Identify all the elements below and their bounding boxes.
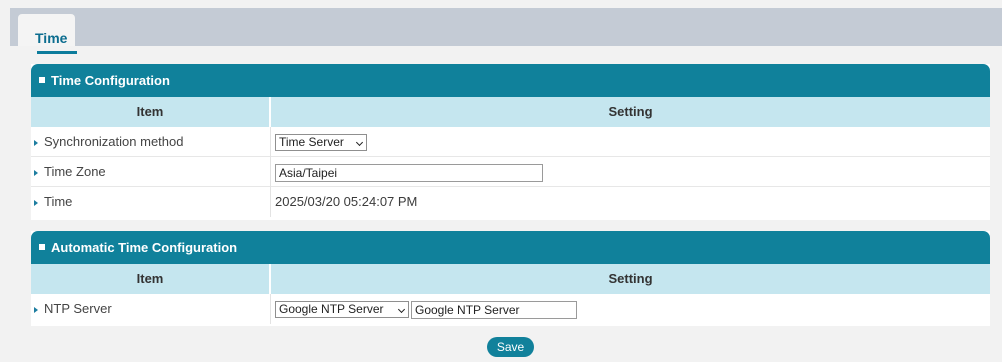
row-divider <box>270 127 271 157</box>
save-button[interactable]: Save <box>487 337 534 357</box>
item-column-header: Item <box>31 264 269 294</box>
chevron-down-icon <box>397 305 406 314</box>
caret-right-icon <box>34 307 38 313</box>
tab-time[interactable]: Time <box>18 14 77 54</box>
chevron-down-icon <box>355 138 364 147</box>
active-tab-indicator <box>37 51 77 54</box>
ntp-server-input[interactable] <box>411 301 577 319</box>
caret-right-icon <box>34 170 38 176</box>
time-configuration-title: Time Configuration <box>51 73 170 88</box>
time-zone-label: Time Zone <box>31 157 269 187</box>
ntp-server-select[interactable]: Google NTP Server <box>275 301 409 318</box>
synchronization-method-row: Synchronization method Time Server <box>31 127 990 157</box>
time-configuration-header: Time Configuration <box>31 64 990 97</box>
page-frame: Time Time Configuration Item Setting Syn… <box>0 0 1002 362</box>
time-text: Time <box>44 194 73 209</box>
synchronization-method-text: Synchronization method <box>44 134 184 149</box>
automatic-time-configuration-panel: Automatic Time Configuration Item Settin… <box>31 231 990 326</box>
square-bullet-icon <box>39 244 45 250</box>
item-column-header: Item <box>31 97 269 127</box>
current-time-value: 2025/03/20 05:24:07 PM <box>275 194 418 209</box>
time-zone-row: Time Zone <box>31 157 990 187</box>
setting-column-header: Setting <box>271 264 990 294</box>
square-bullet-icon <box>39 77 45 83</box>
synchronization-method-select[interactable]: Time Server <box>275 134 367 151</box>
ntp-server-row: NTP Server Google NTP Server <box>31 294 990 324</box>
ntp-server-label: NTP Server <box>31 294 269 324</box>
tab-time-label: Time <box>35 30 68 46</box>
caret-right-icon <box>34 200 38 206</box>
time-configuration-panel: Time Configuration Item Setting Synchron… <box>31 64 990 220</box>
ntp-server-selected-value: Google NTP Server <box>279 302 384 316</box>
time-zone-input[interactable] <box>275 164 543 182</box>
ntp-server-text: NTP Server <box>44 301 112 316</box>
synchronization-method-selected-value: Time Server <box>279 135 344 149</box>
row-divider <box>270 157 271 187</box>
automatic-time-configuration-title: Automatic Time Configuration <box>51 240 238 255</box>
time-zone-text: Time Zone <box>44 164 106 179</box>
row-divider <box>270 187 271 217</box>
tab-strip: Time <box>10 8 1002 54</box>
setting-column-header: Setting <box>271 97 990 127</box>
caret-right-icon <box>34 140 38 146</box>
automatic-time-configuration-header: Automatic Time Configuration <box>31 231 990 264</box>
time-label: Time <box>31 187 269 217</box>
row-divider <box>270 294 271 324</box>
time-row: Time 2025/03/20 05:24:07 PM <box>31 187 990 217</box>
synchronization-method-label: Synchronization method <box>31 127 269 157</box>
